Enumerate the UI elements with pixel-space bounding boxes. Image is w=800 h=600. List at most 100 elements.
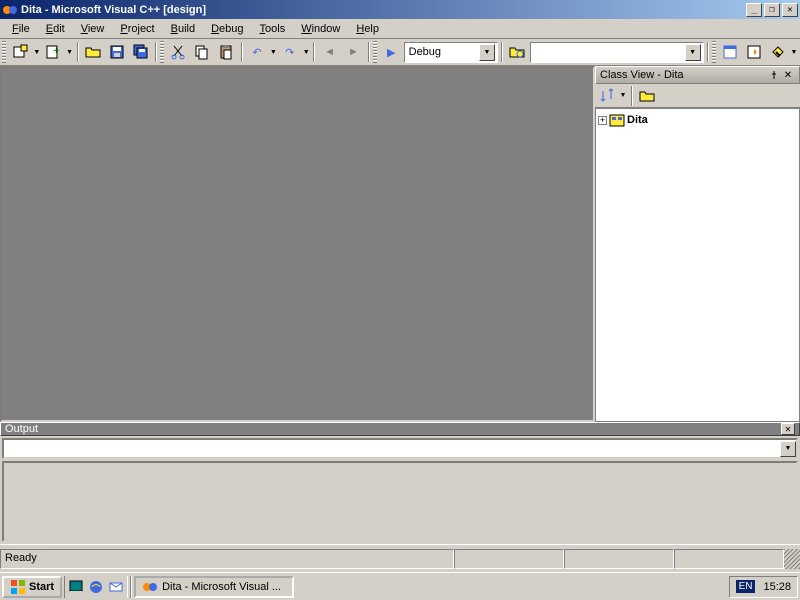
classview-close-button[interactable]: ✕ [781, 68, 795, 82]
titlebar: Dita - Microsoft Visual C++ [design] _ ❐… [0, 0, 800, 19]
classview-toolbar: ▼ [595, 84, 800, 108]
classview-tree[interactable]: + Dita [595, 108, 800, 422]
sort-dropdown[interactable]: ▼ [619, 92, 627, 99]
ie-button[interactable] [87, 578, 105, 596]
system-tray: EN 15:28 [729, 576, 798, 598]
toolbar-separator [77, 42, 79, 62]
app-icon [2, 2, 18, 18]
quicklaunch [64, 576, 128, 598]
toolbar-grip[interactable] [2, 41, 6, 63]
output-close-button[interactable]: ✕ [781, 423, 795, 435]
add-item-dropdown[interactable]: ▼ [66, 49, 74, 56]
copy-button[interactable] [191, 41, 214, 63]
save-button[interactable] [105, 41, 128, 63]
toolbar-separator [707, 42, 709, 62]
toolbox-button[interactable] [766, 41, 789, 63]
sort-button[interactable] [597, 86, 617, 106]
menu-help[interactable]: Help [348, 21, 387, 37]
resize-grip[interactable] [784, 549, 800, 569]
toolbar-separator [155, 42, 157, 62]
menu-window[interactable]: Window [293, 21, 348, 37]
clock[interactable]: 15:28 [763, 581, 791, 593]
expand-icon[interactable]: + [598, 116, 607, 125]
maximize-button[interactable]: ❐ [764, 3, 780, 17]
start-debug-button[interactable]: ▶ [380, 41, 403, 63]
menu-debug[interactable]: Debug [203, 21, 251, 37]
mdi-client-area[interactable] [0, 66, 595, 422]
paste-button[interactable] [215, 41, 238, 63]
redo-button[interactable]: ↷ [278, 41, 301, 63]
find-in-files-button[interactable] [506, 41, 529, 63]
menu-build[interactable]: Build [163, 21, 203, 37]
app-icon [142, 579, 158, 595]
start-label: Start [29, 581, 54, 593]
output-filter-combo[interactable]: ▼ [2, 438, 798, 459]
find-combo[interactable]: ▼ [530, 42, 704, 63]
open-button[interactable] [82, 41, 105, 63]
output-body[interactable] [2, 461, 798, 542]
project-icon [609, 112, 625, 128]
classview-titlebar: Class View - Dita ✕ [595, 66, 800, 84]
close-button[interactable]: ✕ [782, 3, 798, 17]
redo-dropdown[interactable]: ▼ [302, 49, 310, 56]
svg-text:+: + [53, 45, 59, 57]
minimize-button[interactable]: _ [746, 3, 762, 17]
new-folder-button[interactable] [637, 86, 657, 106]
config-combo-arrow[interactable]: ▼ [479, 44, 495, 61]
menu-tools[interactable]: Tools [252, 21, 294, 37]
toolbar-separator [501, 42, 503, 62]
toolbar-separator [631, 86, 633, 106]
save-all-button[interactable] [129, 41, 152, 63]
menubar: File Edit View Project Build Debug Tools… [0, 19, 800, 39]
workspace: Class View - Dita ✕ ▼ + Dita [0, 66, 800, 422]
output-titlebar: Output ✕ [0, 422, 800, 436]
classview-pane: Class View - Dita ✕ ▼ + Dita [595, 66, 800, 422]
show-desktop-button[interactable] [67, 578, 85, 596]
taskbar-separator [130, 576, 132, 598]
output-title: Output [5, 423, 781, 435]
toolbar-separator [241, 42, 243, 62]
toolbar-grip[interactable] [160, 41, 164, 63]
navigate-forward-button[interactable]: ► [342, 41, 365, 63]
classview-title: Class View - Dita [600, 69, 767, 81]
windows-icon [10, 579, 26, 595]
toolbar-separator [368, 42, 370, 62]
outlook-button[interactable] [107, 578, 125, 596]
window-title: Dita - Microsoft Visual C++ [design] [21, 4, 746, 16]
taskbar: Start Dita - Microsoft Visual ... EN 15:… [0, 572, 800, 600]
taskbar-app-button[interactable]: Dita - Microsoft Visual ... [134, 576, 294, 598]
toolbox-dropdown[interactable]: ▼ [790, 49, 798, 56]
output-pane: Output ✕ ▼ [0, 422, 800, 544]
config-combo[interactable]: Debug ▼ [404, 42, 498, 63]
solution-explorer-button[interactable] [719, 41, 742, 63]
toolbar-grip[interactable] [373, 41, 377, 63]
toolbar: ▼ + ▼ ↶ ▼ ↷ ▼ ◄ ► ▶ Debug ▼ ▼ ▼ [0, 39, 800, 66]
menu-project[interactable]: Project [112, 21, 162, 37]
add-item-button[interactable]: + [42, 41, 65, 63]
status-pane-3 [564, 549, 674, 569]
menu-file[interactable]: File [4, 21, 38, 37]
toolbar-grip[interactable] [712, 41, 716, 63]
undo-dropdown[interactable]: ▼ [269, 49, 277, 56]
navigate-back-button[interactable]: ◄ [318, 41, 341, 63]
cut-button[interactable] [167, 41, 190, 63]
new-project-button[interactable] [9, 41, 32, 63]
menu-edit[interactable]: Edit [38, 21, 73, 37]
status-text: Ready [0, 549, 454, 569]
tree-root-item[interactable]: + Dita [598, 111, 797, 129]
start-button[interactable]: Start [2, 576, 62, 598]
status-pane-4 [674, 549, 784, 569]
find-combo-arrow[interactable]: ▼ [685, 44, 701, 61]
config-value: Debug [407, 46, 479, 58]
menu-view[interactable]: View [73, 21, 113, 37]
undo-button[interactable]: ↶ [246, 41, 269, 63]
statusbar: Ready [0, 544, 800, 572]
taskbar-app-label: Dita - Microsoft Visual ... [162, 581, 281, 593]
new-project-dropdown[interactable]: ▼ [33, 49, 41, 56]
tree-root-label: Dita [627, 114, 648, 126]
toolbar-separator [313, 42, 315, 62]
properties-button[interactable] [742, 41, 765, 63]
language-indicator[interactable]: EN [736, 580, 756, 593]
pin-button[interactable] [767, 68, 781, 82]
output-filter-arrow[interactable]: ▼ [780, 441, 796, 457]
